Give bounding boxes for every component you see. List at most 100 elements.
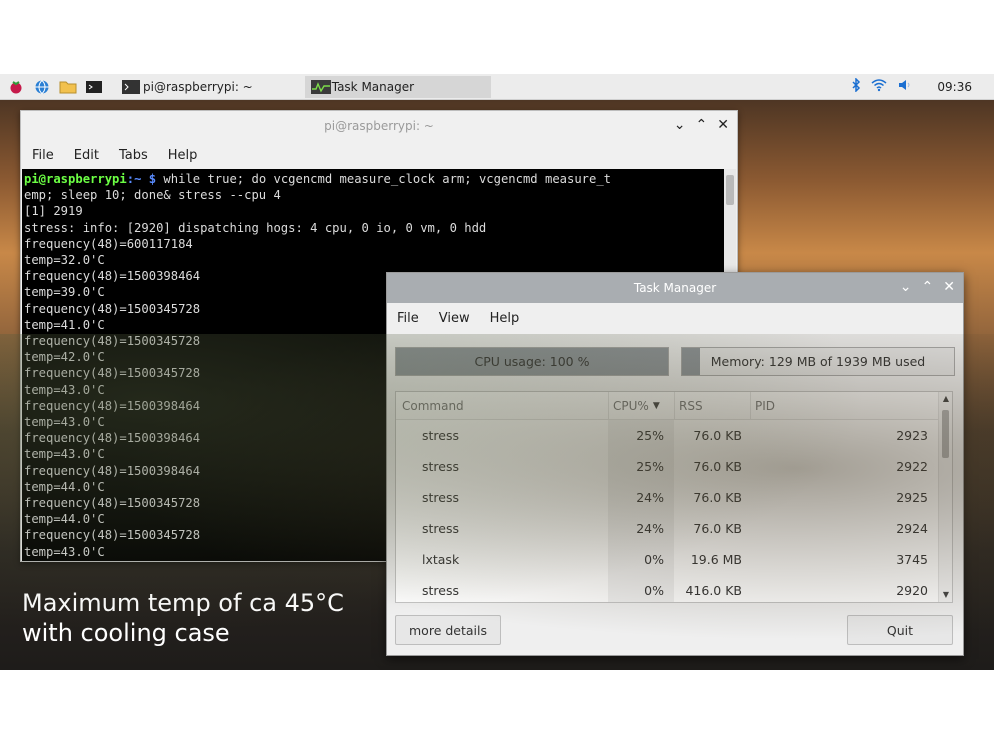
- minimize-icon[interactable]: ⌄: [674, 117, 686, 133]
- column-header-command[interactable]: Command: [396, 392, 608, 420]
- cell-pid: 2920: [896, 583, 928, 598]
- terminal-launcher-icon[interactable]: [84, 77, 104, 97]
- volume-icon[interactable]: [897, 78, 913, 95]
- terminal-line: frequency(48)=1500398464: [24, 398, 201, 413]
- terminal-line: frequency(48)=1500345728: [24, 496, 201, 511]
- terminal-line: [1] 2919: [24, 204, 83, 219]
- terminal-line: temp=32.0'C: [24, 253, 105, 268]
- menu-view[interactable]: View: [439, 311, 470, 326]
- wifi-icon[interactable]: [871, 78, 887, 95]
- more-details-button[interactable]: more details: [395, 615, 501, 645]
- table-row[interactable]: stress 24% 76.0 KB 2924: [396, 513, 952, 544]
- scrollbar-thumb[interactable]: [942, 410, 949, 458]
- cpu-usage-meter: CPU usage: 100 %: [395, 347, 669, 376]
- cell-cpu: 24%: [608, 482, 674, 513]
- usage-meters: CPU usage: 100 % Memory: 129 MB of 1939 …: [395, 347, 955, 377]
- terminal-line: frequency(48)=1500345728: [24, 366, 201, 381]
- terminal-line: temp=44.0'C: [24, 512, 105, 527]
- scrollbar-thumb[interactable]: [726, 175, 734, 205]
- window-title: Task Manager: [633, 281, 717, 295]
- cell-pid: 3745: [896, 552, 928, 567]
- file-manager-icon[interactable]: [58, 77, 78, 97]
- terminal-line: temp=43.0'C: [24, 544, 105, 559]
- table-row[interactable]: stress 25% 76.0 KB 2922: [396, 451, 952, 482]
- menu-help[interactable]: Help: [490, 311, 520, 326]
- table-body: stress 25% 76.0 KB 2923 stress 25% 76.0 KB 2922…: [396, 420, 952, 602]
- memory-usage-label: Memory: 129 MB of 1939 MB used: [710, 354, 926, 369]
- taskbar-button-label: pi@raspberrypi: ~: [143, 79, 253, 94]
- task-manager-icon: [310, 79, 331, 94]
- taskbar-button-label: Task Manager: [331, 79, 415, 94]
- maximize-icon[interactable]: ⌃: [922, 279, 934, 295]
- cell-cpu: 0%: [608, 544, 674, 575]
- cell-command: stress: [422, 428, 459, 443]
- cell-cpu: 0%: [608, 575, 674, 602]
- task-manager-titlebar[interactable]: Task Manager ⌄ ⌃ ✕: [387, 273, 963, 303]
- cell-command: stress: [422, 521, 459, 536]
- terminal-line: temp=44.0'C: [24, 479, 105, 494]
- raspberry-menu-icon[interactable]: [6, 77, 26, 97]
- menu-file[interactable]: File: [32, 148, 54, 163]
- taskbar-button-terminal[interactable]: pi@raspberrypi: ~: [116, 76, 259, 98]
- prompt-dir: :~ $: [126, 172, 157, 186]
- minimize-icon[interactable]: ⌄: [900, 279, 912, 295]
- terminal-menubar: File Edit Tabs Help: [21, 141, 737, 169]
- cell-rss: 19.6 MB: [690, 552, 742, 567]
- caption-overlay: Maximum temp of ca 45°C with cooling cas…: [22, 588, 344, 648]
- cell-command: stress: [422, 459, 459, 474]
- task-manager-menubar: File View Help: [387, 303, 963, 333]
- terminal-line: frequency(48)=1500398464: [24, 463, 201, 478]
- memory-usage-meter: Memory: 129 MB of 1939 MB used: [681, 347, 955, 376]
- menu-help[interactable]: Help: [168, 148, 198, 163]
- cell-command: stress: [422, 490, 459, 505]
- clock[interactable]: 09:36: [937, 80, 972, 94]
- bluetooth-icon[interactable]: [851, 77, 861, 95]
- terminal-titlebar[interactable]: pi@raspberrypi: ~ ⌄ ⌃ ✕: [21, 111, 737, 141]
- taskbar-button-task-manager[interactable]: Task Manager: [304, 75, 491, 98]
- cell-pid: 2924: [896, 521, 928, 536]
- task-manager-window: Task Manager ⌄ ⌃ ✕ File View Help CPU us…: [386, 272, 964, 656]
- terminal-line: frequency(48)=600117184: [24, 236, 193, 251]
- close-icon[interactable]: ✕: [943, 279, 955, 295]
- cell-rss: 76.0 KB: [693, 459, 742, 474]
- terminal-line: emp; sleep 10; done& stress --cpu 4: [24, 188, 281, 203]
- column-header-cpu-label: CPU%: [613, 398, 649, 413]
- cell-pid: 2922: [896, 459, 928, 474]
- column-header-pid[interactable]: PID: [750, 392, 938, 420]
- table-row[interactable]: lxtask 0% 19.6 MB 3745: [396, 544, 952, 575]
- terminal-icon: [122, 79, 140, 94]
- menu-tabs[interactable]: Tabs: [119, 148, 148, 163]
- caption-line: Maximum temp of ca 45°C: [22, 589, 344, 617]
- cell-rss: 416.0 KB: [685, 583, 742, 598]
- table-row[interactable]: stress 25% 76.0 KB 2923: [396, 420, 952, 451]
- scroll-up-icon[interactable]: ▲: [939, 392, 952, 406]
- terminal-line: frequency(48)=1500345728: [24, 334, 201, 349]
- table-row[interactable]: stress 24% 76.0 KB 2925: [396, 482, 952, 513]
- terminal-scrollbar[interactable]: [724, 169, 736, 561]
- process-scrollbar[interactable]: ▲ ▼: [938, 392, 952, 602]
- column-header-rss[interactable]: RSS: [674, 392, 750, 420]
- cell-rss: 76.0 KB: [693, 428, 742, 443]
- column-header-cpu[interactable]: CPU% ▼: [608, 392, 674, 420]
- terminal-line: temp=42.0'C: [24, 350, 105, 365]
- table-header: Command CPU% ▼ RSS PID: [396, 392, 952, 420]
- prompt-user: pi@raspberrypi: [24, 172, 127, 186]
- table-row[interactable]: stress 0% 416.0 KB 2920: [396, 575, 952, 602]
- window-title: pi@raspberrypi: ~: [324, 119, 434, 133]
- quit-button[interactable]: Quit: [847, 615, 953, 645]
- terminal-line: frequency(48)=1500398464: [24, 431, 201, 446]
- maximize-icon[interactable]: ⌃: [696, 117, 708, 133]
- scroll-down-icon[interactable]: ▼: [939, 588, 952, 602]
- cell-pid: 2923: [896, 428, 928, 443]
- menu-file[interactable]: File: [397, 311, 419, 326]
- web-browser-icon[interactable]: [32, 77, 52, 97]
- cpu-usage-fill: [396, 348, 668, 375]
- sort-descending-icon: ▼: [652, 400, 660, 411]
- close-icon[interactable]: ✕: [717, 117, 729, 133]
- cell-cpu: 25%: [608, 451, 674, 482]
- command-line: pi@raspberrypi:~ $ while true; do vcgenc…: [24, 171, 724, 187]
- menu-edit[interactable]: Edit: [74, 148, 99, 163]
- caption-line: with cooling case: [22, 619, 230, 647]
- terminal-output[interactable]: pi@raspberrypi:~ $ while true; do vcgenc…: [22, 169, 726, 561]
- terminal-line: stress: info: [2920] dispatching hogs: 4…: [24, 220, 487, 235]
